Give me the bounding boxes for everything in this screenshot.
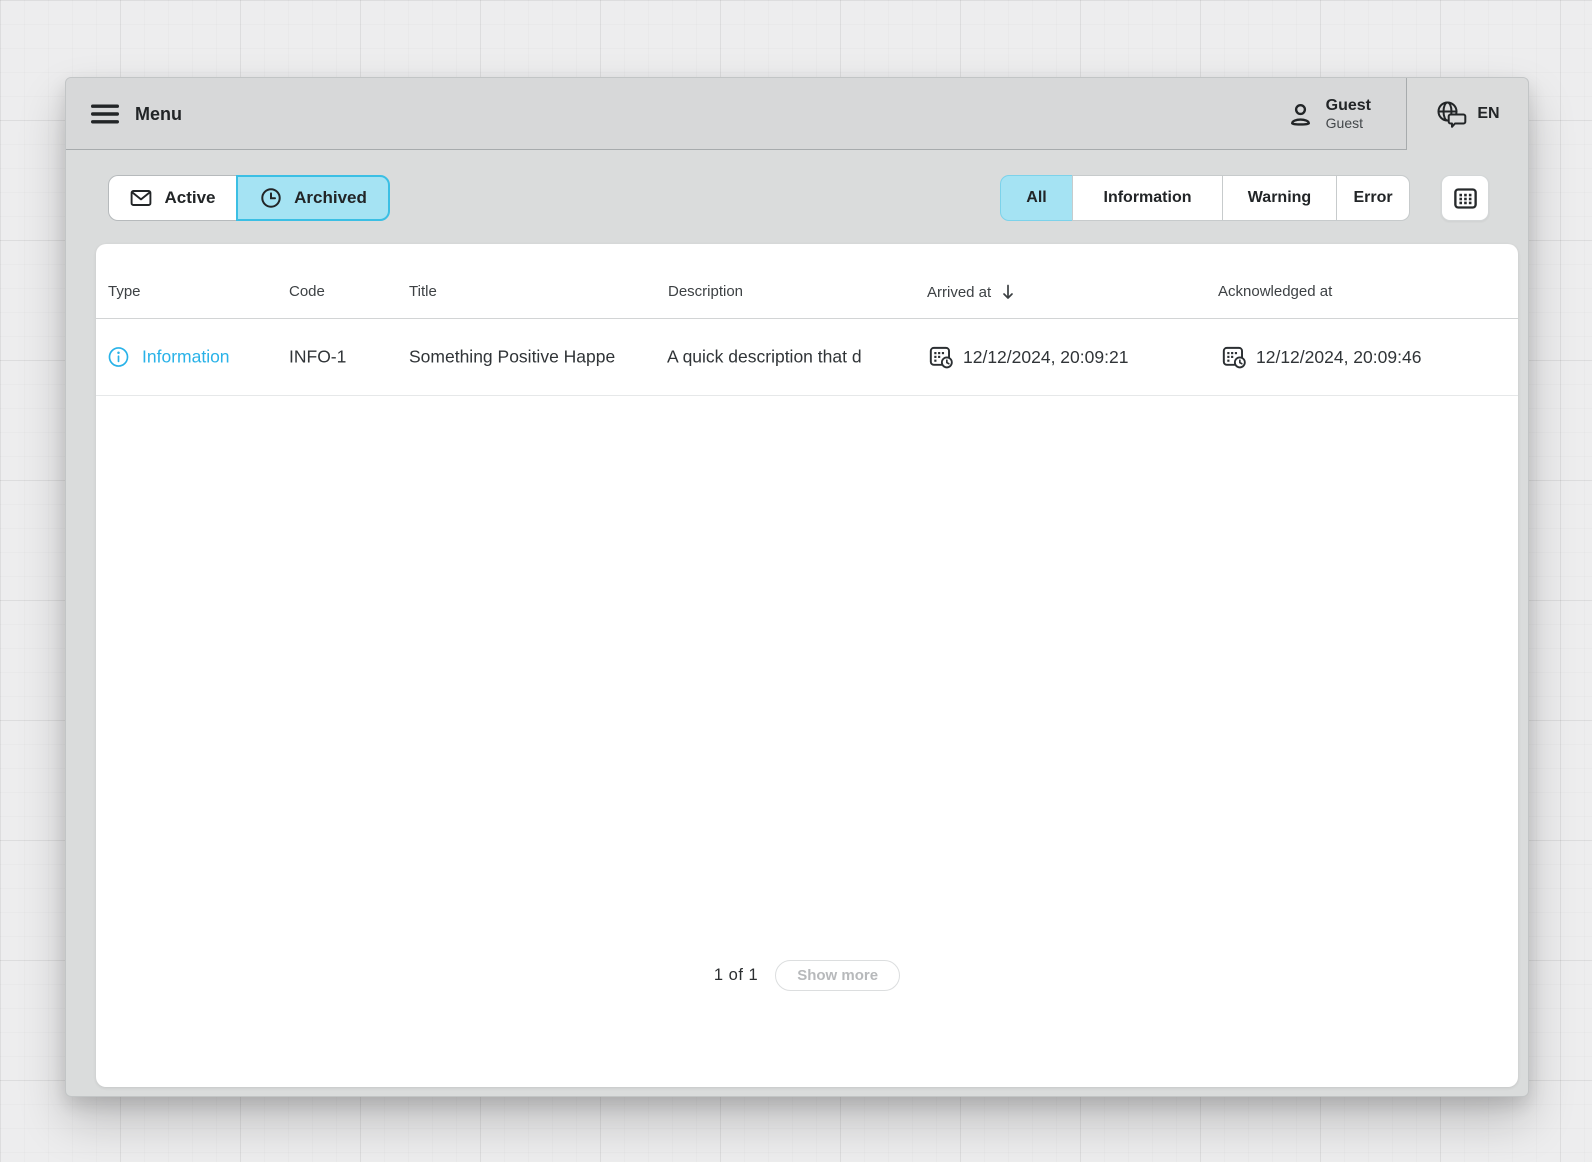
notifications-table: Type Code Title Description Arrived at A…: [96, 244, 1518, 1087]
page-status: 1 of 1: [714, 966, 758, 985]
column-header-type: Type: [108, 283, 141, 300]
menu-button[interactable]: Menu: [90, 78, 182, 150]
row-arrived-at-value: 12/12/2024, 20:09:21: [963, 347, 1128, 368]
language-code: EN: [1477, 105, 1499, 123]
app-window: Menu Guest Guest EN: [65, 77, 1529, 1097]
table-row[interactable]: Information INFO-1 Something Positive Ha…: [96, 319, 1518, 396]
language-selector[interactable]: EN: [1406, 78, 1528, 150]
clock-icon: [259, 186, 283, 210]
table-grid-icon: [1452, 186, 1479, 211]
grid-view-button[interactable]: [1441, 175, 1489, 221]
filter-error-label: Error: [1353, 189, 1392, 207]
row-code: INFO-1: [289, 347, 346, 368]
tab-active-label: Active: [164, 188, 215, 208]
row-type-cell: Information: [108, 347, 230, 368]
column-header-code: Code: [289, 283, 325, 300]
envelope-icon: [129, 186, 153, 210]
severity-filter: All Information Warning Error: [1000, 175, 1410, 221]
filter-information-label: Information: [1104, 189, 1192, 207]
table-header: Type Code Title Description Arrived at A…: [96, 244, 1518, 319]
user-icon: [1287, 101, 1314, 128]
calendar-clock-icon: [1221, 344, 1247, 370]
show-more-button[interactable]: Show more: [775, 960, 900, 991]
column-header-description: Description: [668, 283, 743, 300]
top-bar: Menu Guest Guest EN: [66, 78, 1528, 150]
column-header-arrived-at[interactable]: Arrived at: [927, 283, 1016, 301]
row-arrived-at: 12/12/2024, 20:09:21: [928, 344, 1128, 370]
filter-warning-label: Warning: [1248, 189, 1311, 207]
tab-archived-label: Archived: [294, 188, 367, 208]
user-role: Guest: [1326, 115, 1371, 132]
menu-label: Menu: [135, 104, 182, 125]
filter-information[interactable]: Information: [1072, 175, 1223, 221]
column-header-title: Title: [409, 283, 437, 300]
filter-all-label: All: [1026, 189, 1046, 207]
view-toggle: Active Archived: [108, 175, 390, 221]
info-icon: [108, 347, 129, 368]
row-description: A quick description that d: [667, 347, 907, 368]
user-text: Guest Guest: [1326, 96, 1371, 133]
tab-active[interactable]: Active: [108, 175, 236, 221]
pagination: 1 of 1 Show more: [96, 957, 1518, 993]
column-header-acknowledged-at: Acknowledged at: [1218, 283, 1332, 300]
design-canvas: { "topbar": { "menu_label": "Menu", "use…: [0, 0, 1592, 1162]
row-title: Something Positive Happe: [409, 347, 661, 368]
user-account[interactable]: Guest Guest: [1287, 78, 1371, 150]
column-header-arrived-at-label: Arrived at: [927, 284, 991, 301]
filter-error[interactable]: Error: [1336, 175, 1410, 221]
row-type-label: Information: [142, 347, 230, 368]
hamburger-icon: [90, 102, 120, 126]
tab-archived[interactable]: Archived: [236, 175, 390, 221]
language-globe-icon: [1435, 100, 1468, 129]
filter-all[interactable]: All: [1000, 175, 1073, 221]
row-acknowledged-at: 12/12/2024, 20:09:46: [1221, 344, 1421, 370]
sort-descending-icon: [1000, 283, 1016, 301]
filter-warning[interactable]: Warning: [1222, 175, 1337, 221]
row-acknowledged-at-value: 12/12/2024, 20:09:46: [1256, 347, 1421, 368]
calendar-clock-icon: [928, 344, 954, 370]
user-name: Guest: [1326, 96, 1371, 116]
